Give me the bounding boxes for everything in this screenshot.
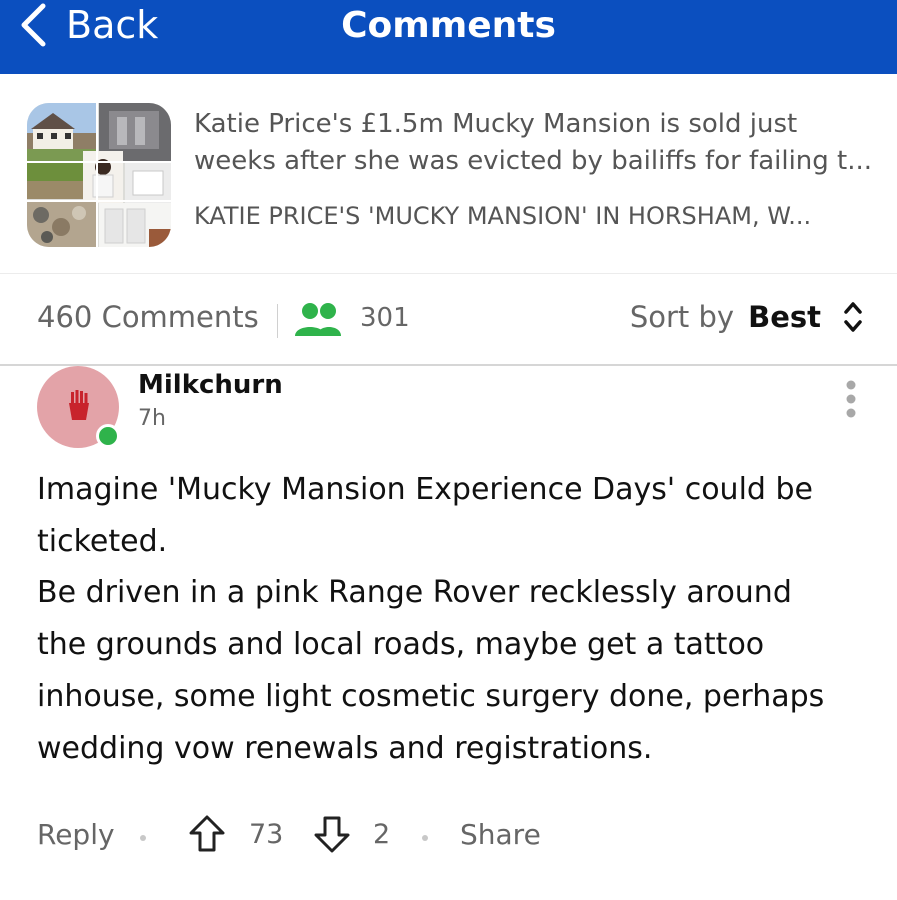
comment-body-line: inhouse, some light cosmetic surgery don… xyxy=(37,678,825,714)
comment-body-line: wedding vow renewals and registrations. xyxy=(37,730,653,766)
upvote-count: 73 xyxy=(249,819,284,850)
page-title: Comments xyxy=(341,4,556,46)
article-source: KATIE PRICE'S 'MUCKY MANSION' IN HORSHAM… xyxy=(194,202,812,230)
online-status-indicator xyxy=(96,424,120,448)
people-icon xyxy=(293,302,343,338)
top-bar: Back Comments xyxy=(0,0,897,74)
share-button[interactable]: Share xyxy=(460,818,541,851)
comment-item: Milkchurn 7h Imagine 'Mucky Mansion Expe… xyxy=(0,366,897,900)
comment-username[interactable]: Milkchurn xyxy=(138,370,283,400)
article-collage-thumbnail xyxy=(27,103,171,247)
sort-chevrons-icon xyxy=(843,300,863,334)
fries-icon xyxy=(68,390,90,420)
comment-body-line: the grounds and local roads, maybe get a… xyxy=(37,627,765,663)
article-card[interactable]: Katie Price's £1.5m Mucky Mansion is sol… xyxy=(0,74,897,274)
comment-actions: Reply 73 2 Share xyxy=(0,814,897,858)
sort-label: Sort by xyxy=(629,300,735,334)
comment-count: 460 Comments xyxy=(37,300,259,334)
stats-divider xyxy=(277,304,278,338)
comments-stats-bar: 460 Comments 301 Sort by Best xyxy=(0,274,897,366)
people-count: 301 xyxy=(360,303,410,333)
comment-body-line: Be driven in a pink Range Rover reckless… xyxy=(37,575,792,611)
separator-dot xyxy=(140,835,146,841)
upvote-arrow-icon[interactable] xyxy=(188,814,226,854)
article-title[interactable]: Katie Price's £1.5m Mucky Mansion is sol… xyxy=(194,106,874,180)
reply-button[interactable]: Reply xyxy=(37,818,115,851)
downvote-arrow-icon[interactable] xyxy=(313,814,351,854)
sort-selector[interactable]: Sort by Best xyxy=(630,300,863,334)
downvote-count: 2 xyxy=(373,819,391,850)
separator-dot xyxy=(422,835,428,841)
comment-body-line: ticketed. xyxy=(37,523,168,559)
comment-body-line: Imagine 'Mucky Mansion Experience Days' … xyxy=(37,472,813,507)
more-options-icon[interactable] xyxy=(838,380,864,420)
comment-timestamp: 7h xyxy=(138,406,166,431)
sort-value: Best xyxy=(748,300,821,334)
comment-body: Imagine 'Mucky Mansion Experience Days' … xyxy=(37,464,867,774)
